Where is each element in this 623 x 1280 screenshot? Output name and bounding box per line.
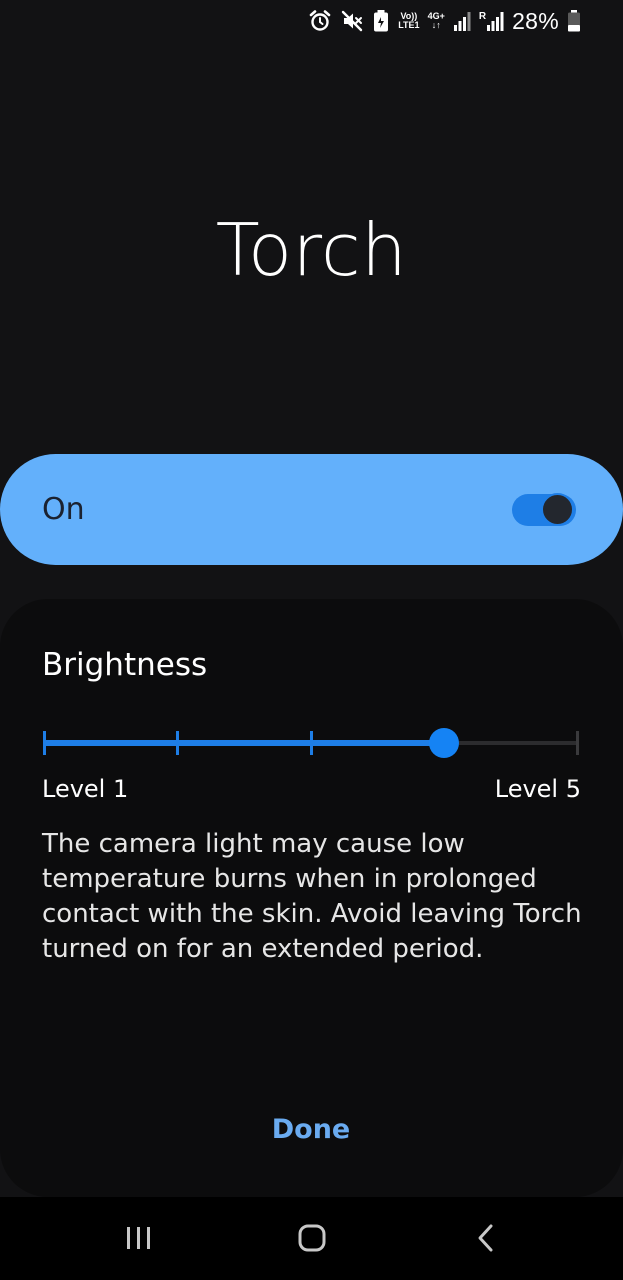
battery-percent: 28%: [512, 7, 559, 34]
slider-tick-3: [310, 731, 313, 755]
home-icon[interactable]: [282, 1215, 342, 1261]
navigation-bar: [0, 1197, 623, 1280]
page-title: Torch: [215, 208, 408, 292]
recent-apps-icon[interactable]: [109, 1215, 169, 1261]
torch-screen: Vo)) LTE1 4G+ ↓↑ R 28% Torch On Brightne…: [0, 0, 623, 1280]
slider-knob[interactable]: [429, 728, 459, 758]
switch-label: On: [42, 492, 85, 527]
slider-tick-1: [43, 731, 46, 755]
data-arrows-icon: ↓↑: [431, 20, 441, 30]
roaming-label: R: [478, 11, 487, 22]
status-bar: Vo)) LTE1 4G+ ↓↑ R 28%: [0, 0, 623, 42]
roaming-signal-icon: R: [479, 9, 504, 33]
slider-rail-inactive: [444, 741, 578, 745]
brightness-panel: Brightness Level 1 Level 5 The camera li…: [0, 599, 623, 1197]
back-icon[interactable]: [456, 1215, 516, 1261]
level-max-label: Level 5: [494, 775, 581, 803]
volte-icon: Vo)) LTE1: [398, 9, 419, 33]
toggle-thumb: [541, 493, 574, 526]
mute-icon: [340, 9, 364, 33]
slider-rail-active: [44, 740, 444, 746]
signal-icon: [453, 9, 471, 33]
level-min-label: Level 1: [42, 775, 129, 803]
brightness-slider[interactable]: [42, 724, 582, 764]
torch-toggle[interactable]: [512, 492, 576, 528]
done-button[interactable]: Done: [211, 1101, 411, 1157]
alarm-icon: [308, 9, 332, 33]
battery-saver-icon: [372, 9, 390, 33]
burn-warning-text: The camera light may cause low temperatu…: [42, 829, 582, 964]
battery-icon: [567, 9, 581, 33]
brightness-heading: Brightness: [42, 647, 208, 683]
slider-tick-2: [176, 731, 179, 755]
4g-data-icon: 4G+ ↓↑: [428, 9, 445, 33]
slider-tick-5: [576, 731, 579, 755]
volte-line2: LTE1: [398, 20, 420, 30]
